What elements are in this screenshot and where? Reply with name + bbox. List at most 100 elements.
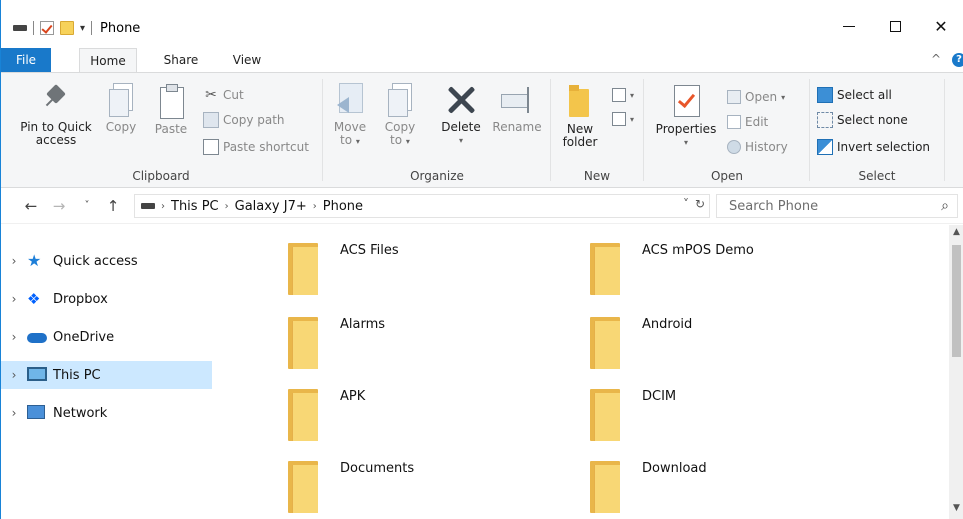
cut-button[interactable]: ✂ Cut [203, 85, 244, 105]
pin-to-quick-access-button[interactable]: Pin to Quick access [15, 83, 97, 147]
open-label: Open [745, 90, 778, 104]
folder-item[interactable]: ACS Files [288, 243, 538, 307]
rename-button[interactable]: Rename [492, 83, 542, 134]
tab-file[interactable]: File [1, 48, 51, 72]
tab-share[interactable]: Share [156, 48, 206, 72]
breadcrumb-this-pc[interactable]: This PC [171, 199, 219, 214]
easy-access-button[interactable]: ▾ [612, 109, 634, 129]
properties-button[interactable]: Properties ▾ [653, 83, 719, 149]
folder-item[interactable]: Download [590, 461, 840, 519]
forward-button[interactable]: → [49, 196, 69, 216]
delete-label: Delete [441, 120, 481, 134]
tab-view[interactable]: View [225, 48, 269, 72]
folder-item[interactable]: Documents [288, 461, 538, 519]
properties-quick-icon[interactable] [40, 21, 54, 35]
folder-item[interactable]: APK [288, 389, 538, 453]
group-separator [809, 79, 810, 181]
nav-item-network[interactable]: › Network [1, 399, 212, 427]
select-none-button[interactable]: Select none [817, 110, 908, 130]
scroll-up-icon[interactable]: ▲ [949, 227, 963, 241]
move-to-button[interactable]: Move to ▾ [330, 83, 370, 148]
copy-button[interactable]: Copy [101, 83, 141, 134]
select-none-icon [817, 112, 833, 128]
breadcrumb-phone[interactable]: Phone [323, 199, 363, 214]
copy-path-icon [203, 112, 219, 128]
new-item-button[interactable]: ▾ [612, 85, 634, 105]
delete-button[interactable]: Delete ▾ [436, 83, 486, 147]
breadcrumb-galaxy[interactable]: Galaxy J7+ [235, 199, 307, 214]
title-bar: ▾ Phone ✕ [1, 0, 963, 44]
folder-name: ACS mPOS Demo [642, 243, 754, 258]
tab-home[interactable]: Home [79, 48, 137, 73]
window-title: Phone [100, 20, 141, 36]
folder-icon [590, 243, 620, 295]
nav-item-dropbox[interactable]: › ❖ Dropbox [1, 285, 212, 313]
chevron-down-icon: ▾ [683, 138, 688, 147]
scroll-down-icon[interactable]: ▼ [949, 503, 963, 517]
vertical-scrollbar[interactable]: ▲ ▼ [949, 225, 963, 519]
nav-item-onedrive[interactable]: › OneDrive [1, 323, 212, 351]
paste-button[interactable]: Paste [151, 83, 191, 136]
ribbon: Pin to Quick access Copy Paste ✂ Cut Cop… [1, 72, 963, 188]
move-to-icon [335, 83, 365, 117]
scrollbar-thumb[interactable] [952, 245, 961, 357]
back-button[interactable]: ← [21, 196, 41, 216]
folder-item[interactable]: ACS mPOS Demo [590, 243, 840, 307]
history-icon [727, 140, 741, 154]
nav-item-this-pc[interactable]: › This PC [1, 361, 212, 389]
new-folder-quick-icon[interactable] [60, 21, 74, 35]
folder-name: Download [642, 461, 707, 476]
close-button[interactable]: ✕ [918, 12, 963, 40]
invert-selection-button[interactable]: Invert selection [817, 137, 930, 157]
copy-to-button[interactable]: Copy to ▾ [380, 83, 420, 148]
folder-name: Documents [340, 461, 415, 476]
cut-label: Cut [223, 88, 244, 102]
address-dropdown-icon[interactable]: ˅ [683, 197, 689, 211]
copy-path-button[interactable]: Copy path [203, 110, 285, 130]
new-folder-button[interactable]: New folder [556, 83, 604, 149]
select-group: Select all Select none Invert selection … [811, 77, 943, 185]
search-box[interactable]: Search Phone ⌕ [716, 194, 958, 218]
address-bar[interactable]: › This PC › Galaxy J7+ › Phone ˅ ↻ [134, 194, 710, 218]
refresh-icon[interactable]: ↻ [695, 197, 705, 211]
paste-shortcut-button[interactable]: Paste shortcut [203, 137, 309, 157]
toolbar-separator [33, 21, 34, 35]
chevron-right-icon[interactable]: › [313, 201, 317, 212]
expand-chevron-icon[interactable]: › [1, 406, 27, 420]
edit-button[interactable]: Edit [727, 112, 768, 132]
chevron-right-icon[interactable]: › [225, 201, 229, 212]
customize-toolbar-icon[interactable]: ▾ [80, 23, 85, 34]
search-icon: ⌕ [941, 198, 949, 214]
expand-chevron-icon[interactable]: › [1, 368, 27, 382]
history-button[interactable]: History [727, 137, 788, 157]
expand-chevron-icon[interactable]: › [1, 330, 27, 344]
device-icon [141, 203, 155, 209]
expand-chevron-icon[interactable]: › [1, 292, 27, 306]
open-button[interactable]: Open ▾ [727, 87, 785, 107]
new-group: New folder ▾ ▾ New [552, 77, 642, 185]
folder-icon [590, 461, 620, 513]
folder-item[interactable]: Android [590, 317, 840, 381]
chevron-right-icon[interactable]: › [161, 201, 165, 212]
select-all-button[interactable]: Select all [817, 85, 892, 105]
collapse-ribbon-icon[interactable]: ^ [931, 52, 941, 66]
copy-to-icon [387, 83, 413, 117]
search-placeholder: Search Phone [729, 198, 819, 214]
rename-label: Rename [492, 120, 542, 134]
nav-item-label: Quick access [53, 253, 138, 269]
recent-locations-button[interactable]: ˅ [77, 196, 97, 216]
nav-item-quick-access[interactable]: › ★ Quick access [1, 247, 212, 275]
expand-chevron-icon[interactable]: › [1, 254, 27, 268]
up-button[interactable]: ↑ [103, 196, 123, 216]
folder-name: Android [642, 317, 693, 332]
chevron-down-icon: ▾ [630, 114, 635, 124]
help-icon[interactable]: ? [952, 53, 963, 67]
folder-item[interactable]: Alarms [288, 317, 538, 381]
maximize-icon [889, 20, 901, 32]
organize-group-label: Organize [410, 169, 464, 183]
maximize-button[interactable] [872, 12, 918, 40]
minimize-button[interactable] [826, 12, 872, 40]
folder-item[interactable]: DCIM [590, 389, 840, 453]
edit-label: Edit [745, 115, 769, 129]
delete-icon [444, 83, 478, 117]
